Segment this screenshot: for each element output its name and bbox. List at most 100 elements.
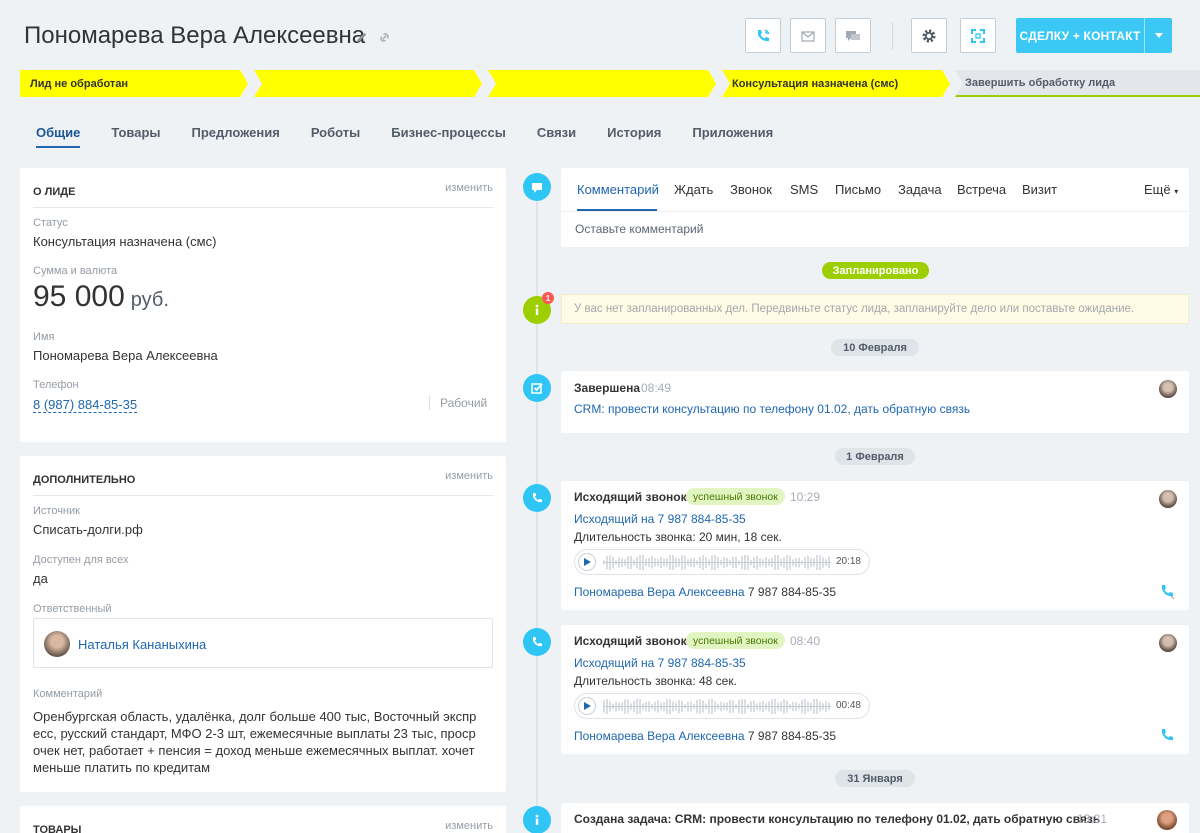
play-button[interactable] bbox=[578, 697, 596, 715]
chat-icon bbox=[846, 30, 860, 41]
avatar[interactable] bbox=[1159, 490, 1177, 508]
info-icon bbox=[535, 814, 539, 825]
stage-item[interactable] bbox=[488, 70, 716, 97]
email-button[interactable] bbox=[790, 18, 826, 53]
call-duration: Длительность звонка: 48 сек. bbox=[574, 674, 737, 688]
editor-tab-sms[interactable]: SMS bbox=[790, 182, 818, 197]
waveform[interactable] bbox=[603, 699, 831, 714]
settings-button[interactable] bbox=[911, 18, 947, 53]
tab-products[interactable]: Товары bbox=[111, 125, 160, 148]
responsible-name[interactable]: Наталья Кананыхина bbox=[78, 637, 206, 652]
phone-icon bbox=[533, 493, 542, 503]
avatar[interactable] bbox=[1159, 634, 1177, 652]
additional-card: ДОПОЛНИТЕЛЬНО изменить Источник Списать-… bbox=[20, 456, 506, 792]
date-divider: 1 Февраля bbox=[835, 448, 915, 465]
access-value: да bbox=[33, 571, 48, 586]
tab-offers[interactable]: Предложения bbox=[192, 125, 280, 148]
edit-link[interactable]: изменить bbox=[445, 182, 493, 194]
about-lead-card: О ЛИДЕ изменить Статус Консультация назн… bbox=[20, 168, 506, 442]
chat-button[interactable] bbox=[835, 18, 871, 53]
sum-label: Сумма и валюта bbox=[33, 265, 118, 277]
edit-link[interactable]: изменить bbox=[445, 470, 493, 482]
entry-time: 08:40 bbox=[790, 634, 821, 648]
goods-card: ТОВАРЫ изменить bbox=[20, 806, 506, 833]
edit-icon[interactable] bbox=[355, 31, 368, 49]
responsible-box: Наталья Кананыхина bbox=[33, 618, 493, 668]
comment-input[interactable]: Оставьте комментарий bbox=[575, 222, 703, 236]
card-title: ДОПОЛНИТЕЛЬНО bbox=[33, 474, 136, 486]
stage-item[interactable] bbox=[254, 70, 482, 97]
call-duration: Длительность звонка: 20 мин, 18 сек. bbox=[574, 530, 782, 544]
avatar[interactable] bbox=[1157, 810, 1177, 830]
player-time: 00:48 bbox=[835, 700, 861, 711]
avatar[interactable] bbox=[1159, 380, 1177, 398]
entry-title: Исходящий звонок bbox=[574, 490, 687, 504]
card-title: О ЛИДЕ bbox=[33, 186, 76, 198]
waveform[interactable] bbox=[603, 555, 831, 570]
finish-stage-button[interactable]: Завершить обработку лида bbox=[955, 70, 1200, 97]
source-value: Списать-долги.рф bbox=[33, 522, 143, 537]
play-button[interactable] bbox=[578, 553, 596, 571]
add-deal-contact-button[interactable]: СДЕЛКУ + КОНТАКТ bbox=[1016, 18, 1172, 53]
contact-link[interactable]: Пономарева Вера Алексеевна 7 987 884-85-… bbox=[574, 729, 836, 743]
play-icon bbox=[583, 558, 591, 566]
avatar[interactable] bbox=[44, 631, 70, 657]
stage-item[interactable]: Консультация назначена (смс) bbox=[722, 70, 950, 97]
mail-icon bbox=[801, 30, 815, 42]
comment-label: Комментарий bbox=[33, 688, 103, 700]
date-divider: 31 Января bbox=[835, 770, 915, 787]
link-icon[interactable] bbox=[378, 31, 391, 49]
audio-player: 00:48 bbox=[574, 693, 870, 719]
currency: руб. bbox=[130, 289, 169, 311]
entry-title: Завершена bbox=[574, 381, 641, 395]
stage-item[interactable]: Лид не обработан bbox=[20, 70, 248, 97]
entry-time: 13:31 bbox=[1077, 812, 1108, 826]
edit-link[interactable]: изменить bbox=[445, 820, 493, 832]
phone-icon[interactable] bbox=[1159, 727, 1175, 743]
expand-icon bbox=[971, 28, 985, 43]
planned-notice: У вас нет запланированных дел. Передвинь… bbox=[561, 294, 1189, 324]
page-title: Пономарева Вера Алексеевна bbox=[24, 22, 366, 49]
contact-link[interactable]: Пономарева Вера Алексеевна 7 987 884-85-… bbox=[574, 585, 836, 599]
editor-tab-email[interactable]: Письмо bbox=[835, 182, 881, 197]
completed-task-entry: Завершена 08:49 CRM: провести консультац… bbox=[561, 371, 1189, 433]
name-label: Имя bbox=[33, 331, 55, 343]
sum-value: 95 000 руб. bbox=[33, 280, 169, 313]
notification-count: 1 bbox=[542, 292, 554, 304]
tab-general[interactable]: Общие bbox=[36, 125, 81, 148]
tab-robots[interactable]: Роботы bbox=[311, 125, 360, 148]
editor-tab-comment[interactable]: Комментарий bbox=[577, 182, 659, 197]
tab-apps[interactable]: Приложения bbox=[692, 125, 773, 148]
call-dot bbox=[523, 628, 551, 656]
editor-more-menu[interactable]: Ещё ▾ bbox=[1144, 182, 1178, 197]
call-entry: Исходящий звонок успешный звонок 10:29 И… bbox=[561, 481, 1189, 610]
planned-badge: Запланировано bbox=[822, 262, 929, 279]
tab-history[interactable]: История bbox=[607, 125, 661, 148]
call-link[interactable]: Исходящий на 7 987 884-85-35 bbox=[574, 656, 746, 670]
editor-tab-wait[interactable]: Ждать bbox=[674, 182, 713, 197]
editor-tab-call[interactable]: Звонок bbox=[730, 182, 772, 197]
tab-links[interactable]: Связи bbox=[537, 125, 576, 148]
tab-business-processes[interactable]: Бизнес-процессы bbox=[391, 125, 506, 148]
entry-title: Исходящий звонок bbox=[574, 634, 687, 648]
editor-tab-meeting[interactable]: Встреча bbox=[957, 182, 1006, 197]
expand-button[interactable] bbox=[960, 18, 996, 53]
phone-link[interactable]: 8 (987) 884-85-35 bbox=[33, 397, 138, 413]
call-button[interactable] bbox=[745, 18, 781, 53]
phone-icon bbox=[758, 28, 770, 41]
task-link[interactable]: CRM: провести консультацию по телефону 0… bbox=[574, 402, 970, 416]
entry-title: Создана задача: CRM: провести консультац… bbox=[574, 812, 1101, 826]
chevron-down-icon: ▾ bbox=[1174, 187, 1179, 196]
call-link[interactable]: Исходящий на 7 987 884-85-35 bbox=[574, 512, 746, 526]
phone-icon[interactable] bbox=[1159, 583, 1175, 599]
chevron-down-icon[interactable] bbox=[1144, 18, 1172, 53]
section-tabs: Общие Товары Предложения Роботы Бизнес-п… bbox=[36, 125, 804, 148]
editor-tab-task[interactable]: Задача bbox=[898, 182, 942, 197]
gear-icon bbox=[922, 29, 936, 42]
editor-tab-visit[interactable]: Визит bbox=[1022, 182, 1057, 197]
access-label: Доступен для всех bbox=[33, 554, 129, 566]
stage-bar: Лид не обработан Консультация назначена … bbox=[20, 70, 1200, 98]
activity-editor: Комментарий Ждать Звонок SMS Письмо Зада… bbox=[561, 168, 1189, 247]
comment-value: Оренбургская область, удалёнка, долг бол… bbox=[33, 709, 477, 775]
comment-dot bbox=[523, 173, 551, 201]
